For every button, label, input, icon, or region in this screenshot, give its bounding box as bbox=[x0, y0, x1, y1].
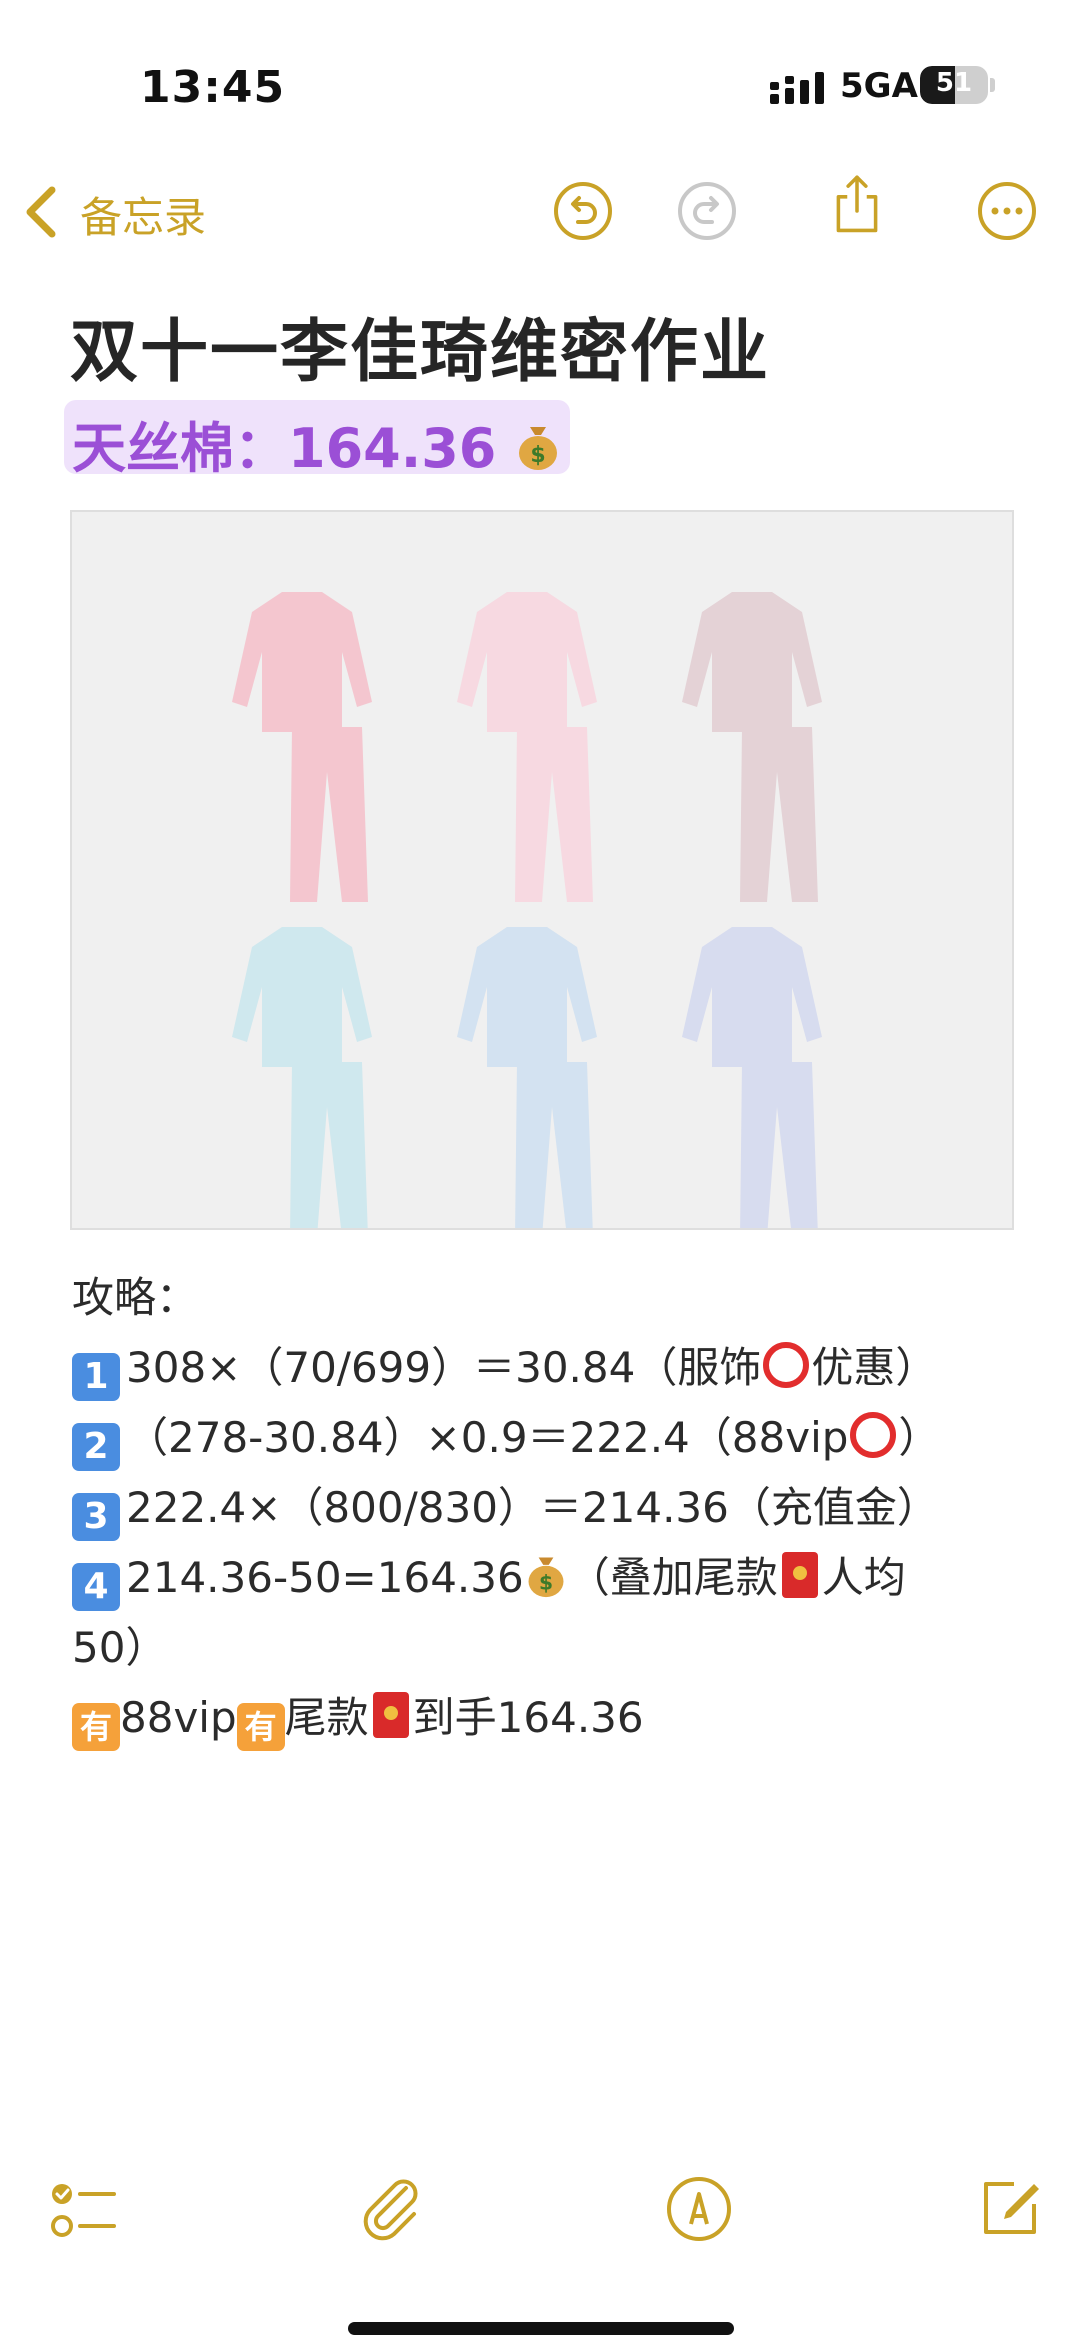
product-image[interactable] bbox=[70, 510, 1014, 1237]
keycap-1-icon: 1 bbox=[72, 1353, 120, 1401]
strategy-line-3: 3 222.4×（800/830）＝214.36（充值金） bbox=[72, 1474, 939, 1541]
line-1-text-b: 优惠） bbox=[811, 1343, 938, 1392]
keycap-3-icon: 3 bbox=[72, 1493, 120, 1541]
line-5-text-b: 尾款 bbox=[284, 1693, 369, 1742]
highlight-text: 天丝棉：164.36 bbox=[72, 417, 497, 480]
pajama-sets-illustration bbox=[232, 592, 822, 1237]
line-4-text-a: 214.36-50=164.36 bbox=[126, 1553, 524, 1602]
line-3-text: 222.4×（800/830）＝214.36（充值金） bbox=[126, 1483, 939, 1532]
money-bag-icon: $ bbox=[528, 1557, 564, 1598]
red-circle-icon bbox=[763, 1342, 810, 1388]
share-icon[interactable] bbox=[826, 172, 888, 234]
markup-icon[interactable] bbox=[664, 2174, 734, 2244]
undo-icon[interactable] bbox=[552, 180, 614, 242]
strategy-line-5: 有 88vip 有尾款 到手164.36 bbox=[72, 1684, 644, 1751]
network-type: 5GA bbox=[840, 66, 918, 106]
signal-icon bbox=[770, 72, 824, 104]
home-indicator[interactable] bbox=[348, 2322, 734, 2335]
line-4-text-b: （叠加尾款 bbox=[567, 1553, 778, 1602]
line-2-text-b: ） bbox=[898, 1413, 941, 1462]
redo-icon[interactable] bbox=[676, 180, 738, 242]
highlighted-price: 天丝棉：164.36 $ bbox=[64, 400, 570, 480]
line-5-text-a: 88vip bbox=[120, 1693, 237, 1742]
compose-icon[interactable] bbox=[976, 2172, 1046, 2242]
keycap-2-icon: 2 bbox=[72, 1423, 120, 1471]
line-5-text-c: 到手164.36 bbox=[412, 1693, 644, 1742]
red-circle-icon bbox=[850, 1412, 897, 1458]
money-bag-icon: $ bbox=[519, 427, 558, 470]
chevron-left-icon[interactable] bbox=[20, 182, 64, 242]
have-icon: 有 bbox=[72, 1703, 120, 1751]
status-time: 13:45 bbox=[140, 62, 286, 113]
red-envelope-icon bbox=[781, 1552, 818, 1598]
more-icon[interactable] bbox=[976, 180, 1038, 242]
line-4-text-d: 50） bbox=[72, 1623, 168, 1672]
back-button[interactable]: 备忘录 bbox=[80, 184, 206, 245]
battery-cap bbox=[990, 78, 995, 92]
strategy-line-1: 1 308×（70/699）＝30.84（服饰 优惠） bbox=[72, 1334, 937, 1401]
strategy-line-4: 4 214.36-50=164.36 $ （叠加尾款 人均 bbox=[72, 1544, 906, 1611]
svg-text:$: $ bbox=[531, 443, 546, 468]
strategy-line-2: 2 （278-30.84）×0.9＝222.4（88vip ） bbox=[72, 1404, 940, 1471]
line-2-text-a: （278-30.84）×0.9＝222.4（88vip bbox=[126, 1413, 849, 1462]
strategy-heading: 攻略： bbox=[72, 1273, 199, 1322]
line-1-text-a: 308×（70/699）＝30.84（服饰 bbox=[126, 1343, 762, 1392]
have-icon: 有 bbox=[236, 1703, 285, 1751]
svg-text:$: $ bbox=[539, 1571, 553, 1595]
line-4-text-c: 人均 bbox=[821, 1553, 906, 1602]
battery-level: 51 bbox=[935, 68, 973, 98]
attachment-icon[interactable] bbox=[356, 2174, 426, 2244]
keycap-4-icon: 4 bbox=[72, 1563, 120, 1611]
note-title: 双十一李佳琦维密作业 bbox=[70, 313, 771, 392]
battery-indicator: 51 bbox=[920, 66, 988, 104]
red-envelope-icon bbox=[372, 1692, 409, 1738]
checklist-icon[interactable] bbox=[48, 2176, 118, 2246]
